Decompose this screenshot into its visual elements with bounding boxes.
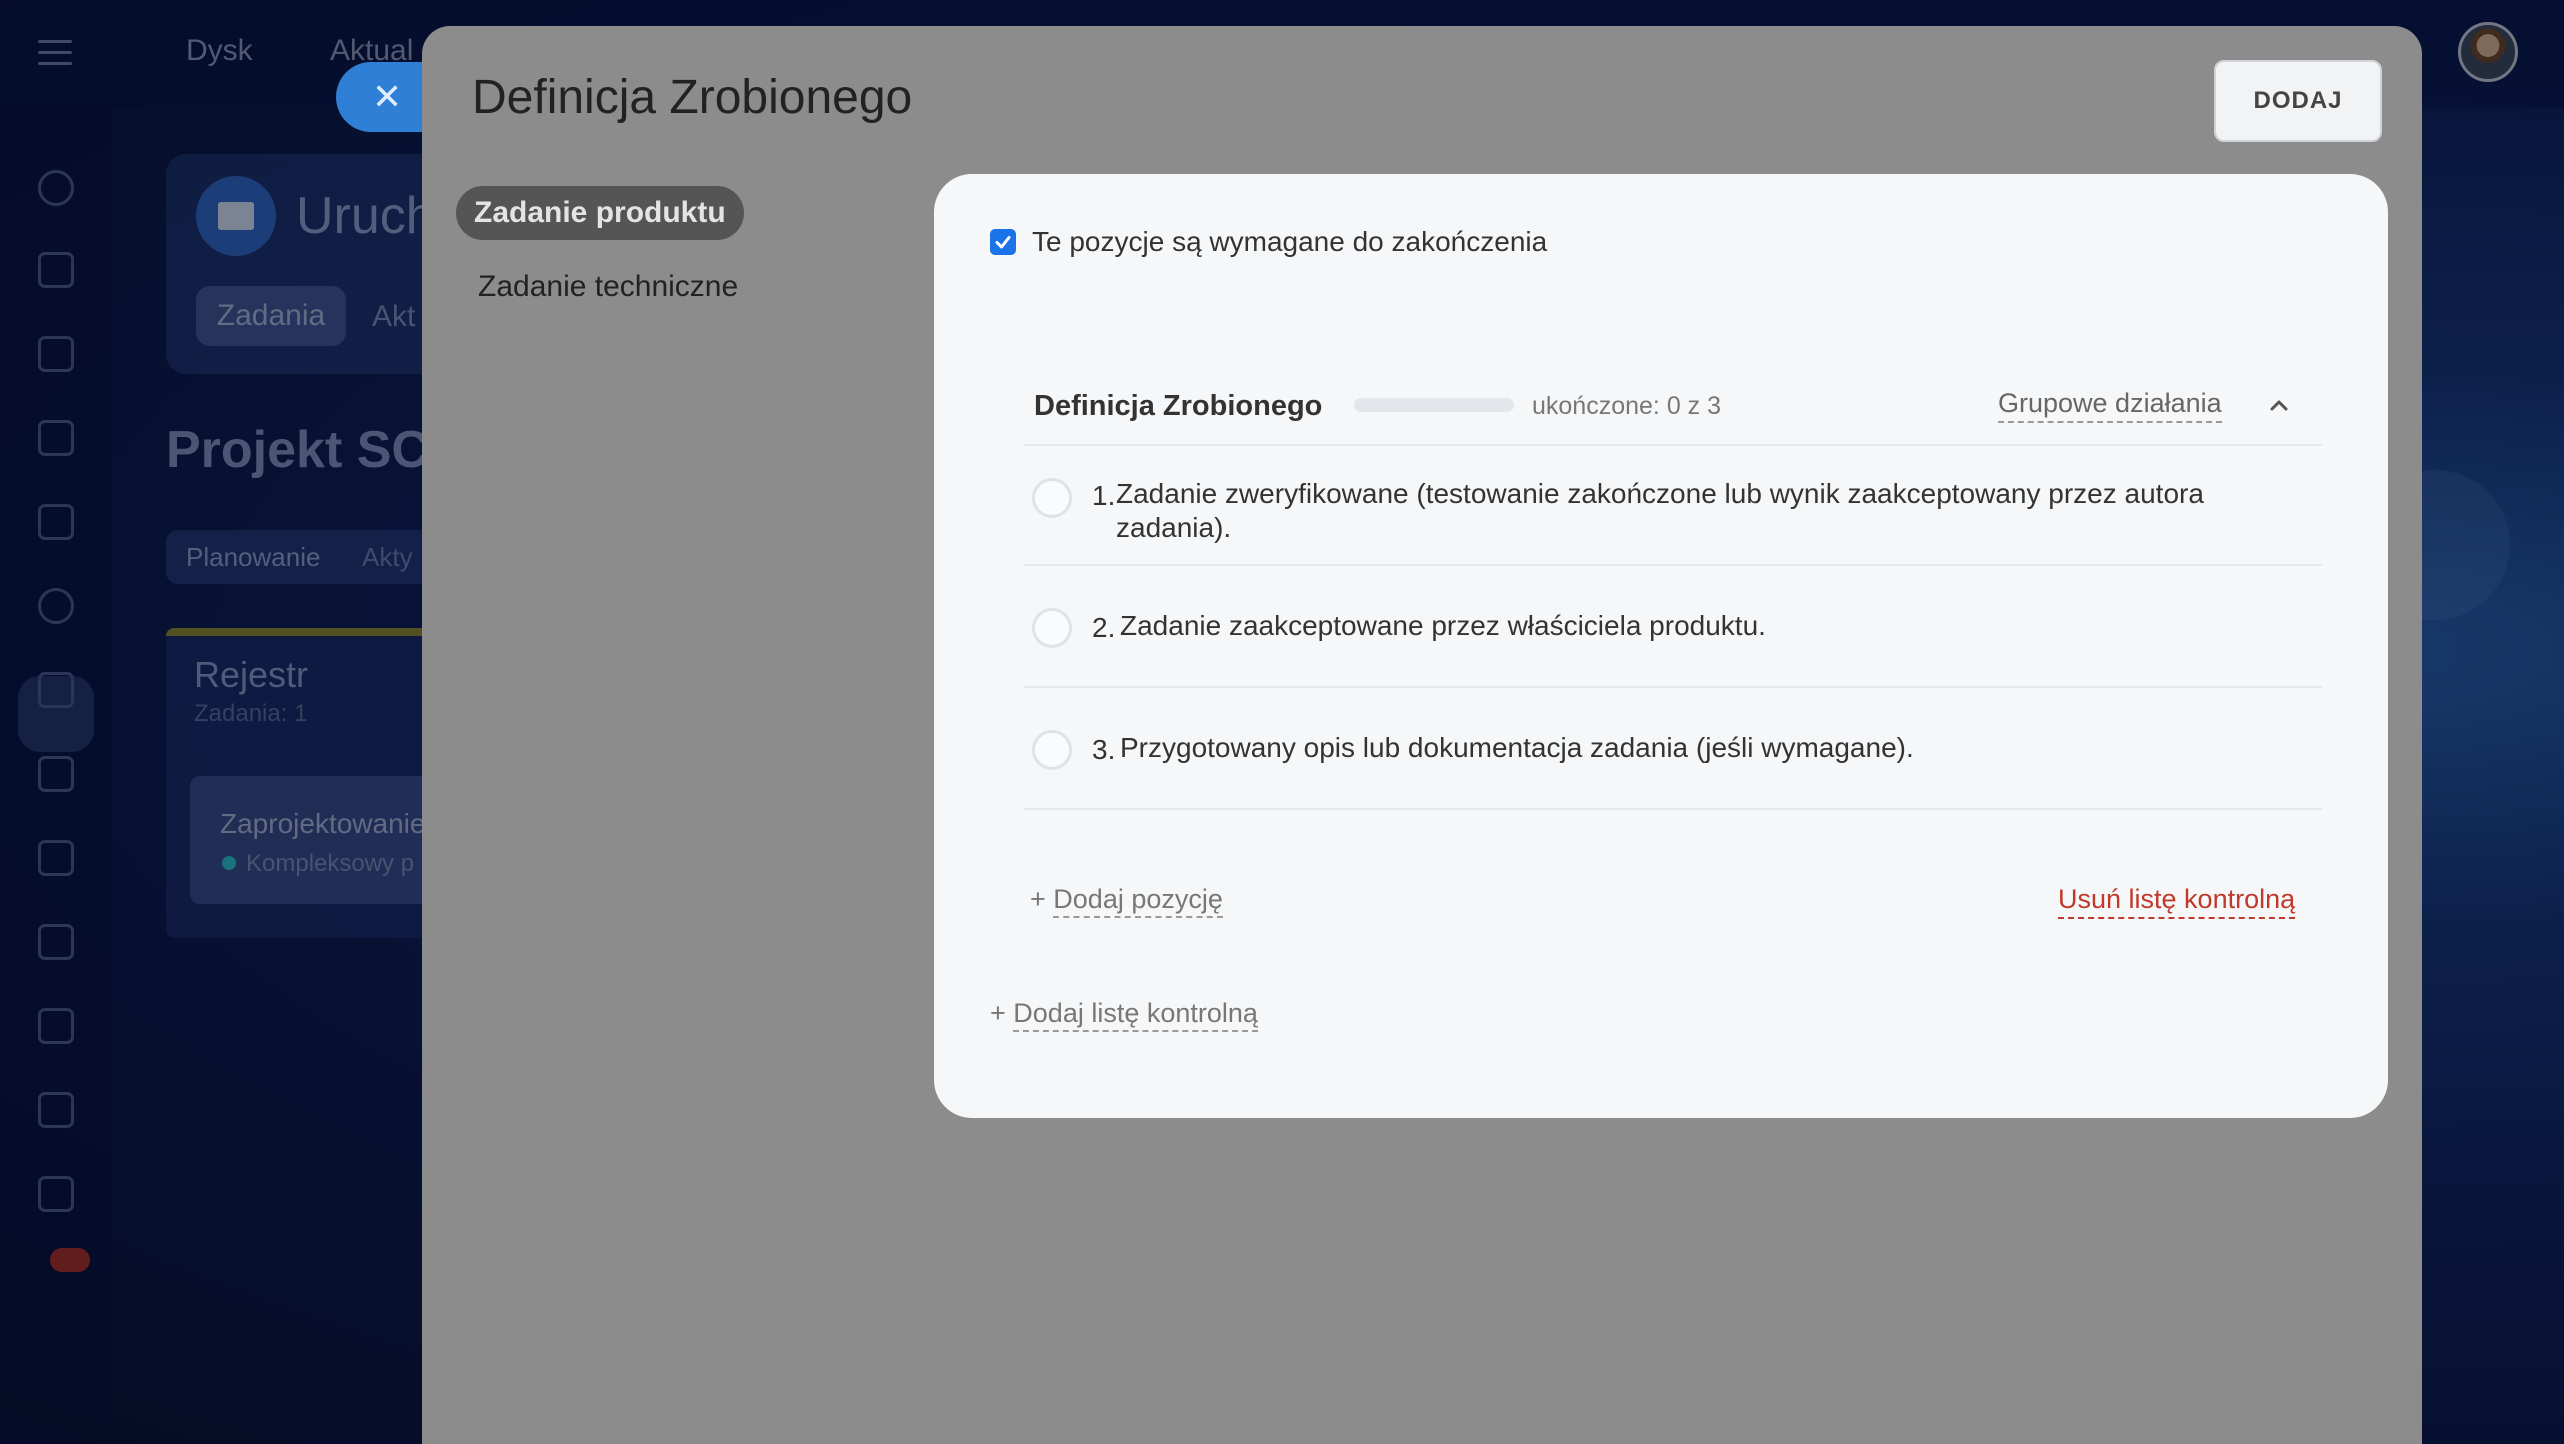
chevron-up-icon[interactable]: [2264, 390, 2294, 420]
tab-product-task[interactable]: Zadanie produktu: [456, 186, 744, 240]
checklist-dialog: Te pozycje są wymagane do zakończenia De…: [934, 174, 2388, 1118]
add-checklist-link[interactable]: + Dodaj listę kontrolną: [990, 998, 1258, 1032]
required-label: Te pozycje są wymagane do zakończenia: [1032, 226, 1548, 257]
close-icon: ✕: [372, 76, 403, 117]
item-complete-toggle[interactable]: [1032, 478, 1072, 518]
plus-prefix: +: [1030, 884, 1046, 914]
checklist-item: 1. Zadanie zweryfikowane (testowanie zak…: [1024, 446, 2322, 566]
required-row: Te pozycje są wymagane do zakończenia: [990, 226, 1547, 258]
item-text[interactable]: Przygotowany opis lub dokumentacja zadan…: [1120, 731, 1914, 765]
remove-checklist-link[interactable]: Usuń listę kontrolną: [2058, 884, 2296, 919]
checklist-item: 2. Zadanie zaakceptowane przez właścicie…: [1024, 566, 2322, 688]
page-title: Definicja Zrobionego: [472, 71, 913, 124]
item-number: 1.: [1092, 480, 1116, 511]
close-slider-button[interactable]: ✕: [336, 62, 436, 132]
item-text-continued[interactable]: zadania).: [1116, 511, 1231, 545]
checklist-header: Definicja Zrobionego ukończone: 0 z 3 Gr…: [1024, 364, 2322, 446]
checklist-item: 3. Przygotowany opis lub dokumentacja za…: [1024, 688, 2322, 810]
group-actions-link[interactable]: Grupowe działania: [1998, 388, 2222, 423]
item-complete-toggle[interactable]: [1032, 730, 1072, 770]
item-text[interactable]: Zadanie zweryfikowane (testowanie zakońc…: [1116, 477, 2204, 511]
tab-technical-task[interactable]: Zadanie techniczne: [478, 270, 738, 304]
checklist-title: Definicja Zrobionego: [1034, 390, 1323, 422]
progress-text: ukończone: 0 z 3: [1532, 392, 1722, 420]
item-number: 2.: [1092, 612, 1116, 643]
plus-prefix: +: [990, 998, 1006, 1028]
checklist-progress-bar: [1354, 398, 1514, 412]
item-complete-toggle[interactable]: [1032, 608, 1072, 648]
add-checklist-label[interactable]: Dodaj listę kontrolną: [1013, 998, 1258, 1032]
item-number: 3.: [1092, 734, 1116, 765]
add-button[interactable]: DODAJ: [2214, 60, 2382, 142]
add-item-link[interactable]: + Dodaj pozycję: [1030, 884, 1223, 918]
checkmark-icon: [995, 236, 1011, 249]
required-checkbox[interactable]: [990, 229, 1016, 255]
item-text[interactable]: Zadanie zaakceptowane przez właściciela …: [1120, 609, 1766, 643]
add-item-label[interactable]: Dodaj pozycję: [1053, 884, 1223, 918]
